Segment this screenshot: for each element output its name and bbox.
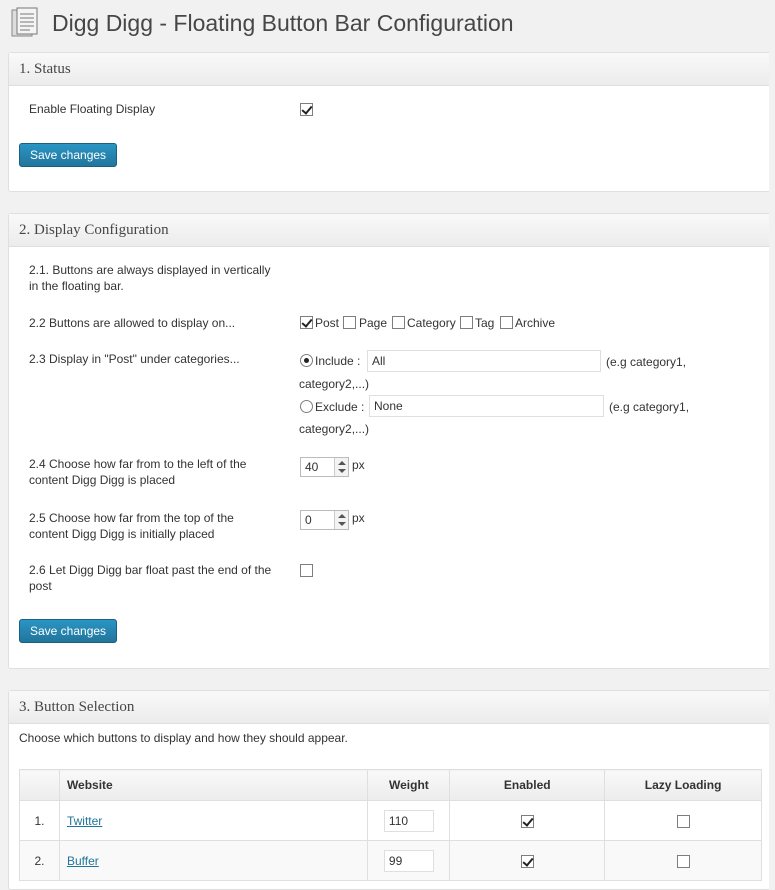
top-offset-value: 0 bbox=[305, 513, 312, 527]
exclude-categories-input[interactable]: None bbox=[369, 395, 604, 417]
display-on-tag-checkbox[interactable] bbox=[460, 316, 473, 329]
weight-input-twitter[interactable]: 110 bbox=[383, 809, 434, 832]
status-heading: 1. Status bbox=[9, 53, 769, 86]
display-config-panel: 2. Display Configuration 2.1. Buttons ar… bbox=[8, 213, 769, 669]
button-selection-heading: 3. Button Selection bbox=[9, 691, 769, 724]
display-on-page-checkbox[interactable] bbox=[343, 316, 356, 329]
display-on-page-label: Page bbox=[359, 316, 388, 330]
s24-line2: content Digg Digg is placed bbox=[29, 473, 176, 487]
button-selection-intro: Choose which buttons to display and how … bbox=[19, 731, 348, 745]
include-hint: (e.g category1, bbox=[606, 355, 687, 369]
display-on-archive-label: Archive bbox=[515, 316, 556, 330]
page-title: Digg Digg - Floating Button Bar Configur… bbox=[52, 9, 514, 36]
document-stack-icon bbox=[11, 7, 38, 37]
weight-input-buffer[interactable]: 99 bbox=[383, 849, 434, 872]
table-row: 2. Buffer 99 bbox=[19, 840, 762, 881]
enable-floating-label: Enable Floating Display bbox=[29, 102, 156, 116]
s26-line2: post bbox=[29, 579, 52, 593]
table-row: 1. Twitter 110 bbox=[19, 800, 762, 841]
exclude-radio[interactable] bbox=[300, 400, 313, 413]
s21-line1: 2.1. Buttons are always displayed in ver… bbox=[29, 263, 271, 277]
exclude-hint: (e.g category1, bbox=[609, 400, 690, 414]
page-header: Digg Digg - Floating Button Bar Configur… bbox=[10, 6, 514, 40]
row-number: 1. bbox=[19, 800, 60, 841]
table-header-row: Website Weight Enabled Lazy Loading bbox=[19, 769, 762, 801]
website-link-twitter[interactable]: Twitter bbox=[67, 814, 102, 828]
include-categories-input[interactable]: All bbox=[367, 350, 601, 372]
s22-label: 2.2 Buttons are allowed to display on... bbox=[29, 316, 236, 330]
display-on-archive-checkbox[interactable] bbox=[500, 316, 513, 329]
exclude-hint-2: category2,...) bbox=[299, 422, 370, 436]
row-number: 2. bbox=[19, 840, 60, 881]
button-table: Website Weight Enabled Lazy Loading 1. T… bbox=[19, 769, 762, 881]
lazy-checkbox-twitter[interactable] bbox=[676, 814, 690, 828]
col-number bbox=[19, 769, 60, 801]
button-selection-panel: 3. Button Selection Choose which buttons… bbox=[8, 690, 769, 890]
enable-floating-checkbox[interactable] bbox=[300, 103, 313, 116]
display-on-post-label: Post bbox=[315, 316, 340, 330]
s25-line1: 2.5 Choose how far from the top of the bbox=[29, 511, 234, 525]
status-save-button[interactable]: Save changes bbox=[19, 143, 118, 167]
display-on-category-label: Category bbox=[407, 316, 456, 330]
s26-line1: 2.6 Let Digg Digg bar float past the end… bbox=[29, 563, 272, 577]
display-on-tag-label: Tag bbox=[475, 316, 495, 330]
top-offset-stepper[interactable]: 0 bbox=[300, 510, 349, 530]
float-past-end-checkbox[interactable] bbox=[300, 564, 313, 577]
col-lazy-loading: Lazy Loading bbox=[604, 769, 762, 801]
include-radio[interactable] bbox=[300, 354, 313, 367]
website-link-buffer[interactable]: Buffer bbox=[67, 854, 99, 868]
enabled-checkbox-buffer[interactable] bbox=[520, 854, 534, 868]
display-config-heading: 2. Display Configuration bbox=[9, 214, 769, 247]
s24-line1: 2.4 Choose how far from to the left of t… bbox=[29, 457, 247, 471]
enabled-checkbox-twitter[interactable] bbox=[520, 814, 534, 828]
stepper-arrows-icon[interactable] bbox=[334, 458, 348, 476]
s23-label: 2.3 Display in "Post" under categories..… bbox=[29, 352, 240, 366]
exclude-label: Exclude : bbox=[315, 400, 365, 414]
display-on-post-checkbox[interactable] bbox=[300, 316, 313, 329]
s25-line2: content Digg Digg is initially placed bbox=[29, 527, 215, 541]
display-save-button[interactable]: Save changes bbox=[19, 619, 118, 643]
lazy-checkbox-buffer[interactable] bbox=[676, 854, 690, 868]
display-on-category-checkbox[interactable] bbox=[392, 316, 405, 329]
stepper-arrows-icon[interactable] bbox=[334, 511, 348, 529]
col-weight: Weight bbox=[367, 769, 451, 801]
col-enabled: Enabled bbox=[449, 769, 606, 801]
left-offset-unit: px bbox=[352, 458, 365, 472]
include-label: Include : bbox=[315, 354, 361, 368]
col-website: Website bbox=[58, 769, 369, 801]
left-offset-value: 40 bbox=[305, 460, 319, 474]
include-hint-2: category2,...) bbox=[299, 377, 370, 391]
left-offset-stepper[interactable]: 40 bbox=[300, 457, 349, 477]
top-offset-unit: px bbox=[352, 511, 365, 525]
status-panel: 1. Status Enable Floating Display Save c… bbox=[8, 52, 769, 192]
s21-line2: in the floating bar. bbox=[29, 279, 124, 293]
